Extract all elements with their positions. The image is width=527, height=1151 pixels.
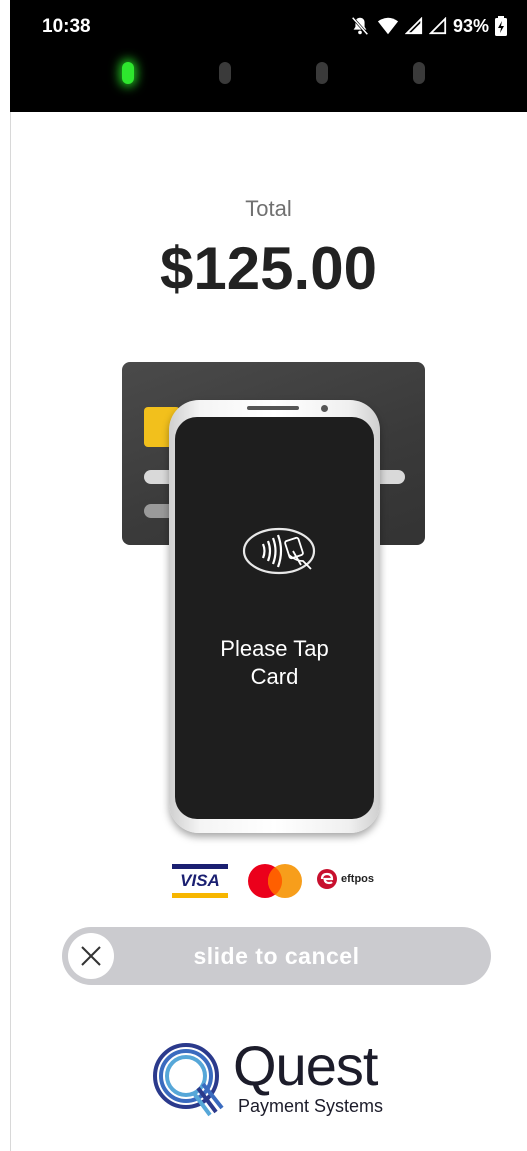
system-icons: 93% (349, 15, 507, 37)
eftpos-text: eftpos (341, 873, 374, 885)
card-brand-logos: VISA eftpos (0, 862, 527, 902)
signal-icon (428, 17, 447, 35)
bell-off-icon (351, 16, 369, 36)
eftpos-mark-icon (317, 869, 337, 889)
mastercard-logo (248, 864, 302, 898)
led-indicators (10, 62, 527, 86)
battery-charging-icon (495, 16, 507, 36)
quest-tagline: Payment Systems (238, 1096, 384, 1116)
led-indicator-1 (122, 62, 134, 84)
quest-logo: Quest Payment Systems (150, 1034, 410, 1118)
eftpos-logo: eftpos (316, 868, 374, 890)
contactless-icon (242, 527, 316, 575)
phone-screen: Please Tap Card (175, 417, 374, 819)
phone-camera (321, 405, 328, 412)
led-indicator-3 (316, 62, 328, 84)
wifi-icon (377, 17, 399, 35)
total-amount: $125.00 (160, 235, 377, 302)
led-indicator-2 (219, 62, 231, 84)
status-time: 10:38 (42, 16, 91, 37)
quest-brand-name: Quest (233, 1034, 378, 1097)
slide-to-cancel-label: slide to cancel (193, 943, 360, 969)
signal-icon (404, 17, 423, 35)
battery-percent: 93% (452, 15, 489, 36)
visa-bar-top (172, 864, 228, 869)
total-label: Total (245, 196, 292, 221)
tap-card-instruction: Please Tap Card (220, 636, 329, 689)
visa-bar-bottom (172, 893, 228, 898)
visa-text: VISA (180, 871, 220, 890)
phone-speaker (247, 406, 299, 410)
led-indicator-4 (413, 62, 425, 84)
status-bar: 10:38 93% (10, 0, 527, 112)
visa-logo: VISA (172, 864, 228, 898)
quest-q-icon (153, 1043, 224, 1117)
left-edge (0, 0, 11, 1151)
phone-illustration: Please Tap Card (169, 400, 380, 833)
slide-to-cancel[interactable]: slide to cancel (62, 927, 491, 985)
